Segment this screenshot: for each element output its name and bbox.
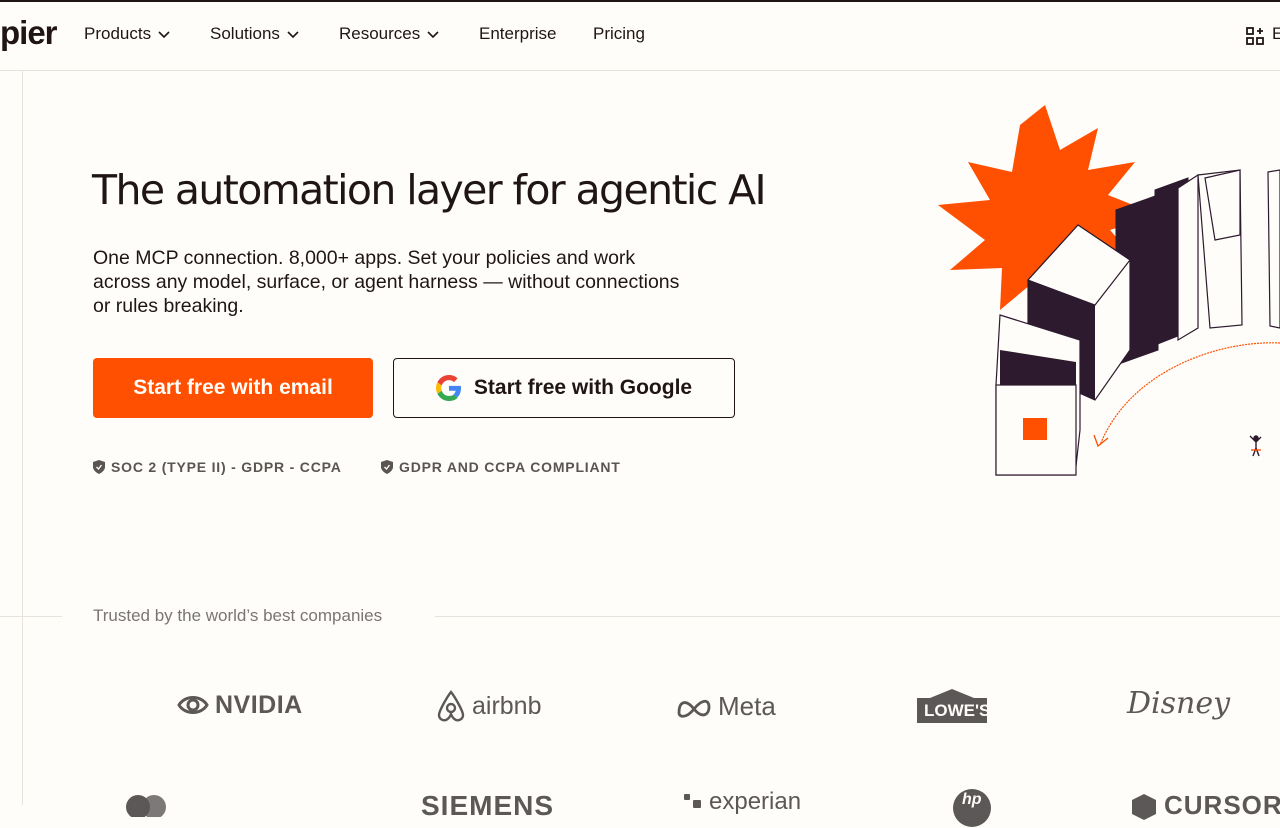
outline-panel (1177, 173, 1199, 342)
nav-right-label[interactable]: E (1272, 24, 1280, 44)
compliance-badge-soc2: SOC 2 (TYPE II) - GDPR - CCPA (93, 459, 342, 475)
nav-products-label: Products (84, 24, 152, 43)
tiny-figure (1249, 435, 1262, 457)
logo-disney: Disney (1127, 686, 1230, 721)
nav-enterprise[interactable]: Enterprise (479, 24, 556, 44)
logo-lowes: LOWE'S (917, 688, 991, 724)
nav-enterprise-label: Enterprise (479, 24, 557, 43)
cursor-cube-icon (1132, 793, 1156, 820)
logo-experian-text: experian (709, 788, 802, 815)
chevron-down-icon (427, 31, 439, 39)
nav-solutions[interactable]: Solutions (210, 24, 300, 44)
apps-grid-icon[interactable] (1246, 27, 1264, 45)
start-free-email-label: Start free with email (133, 376, 333, 399)
outline-panel (1267, 169, 1280, 329)
nav-solutions-label: Solutions (210, 24, 280, 43)
logo-cursor: CURSOR (1130, 790, 1280, 821)
hero-headline: The automation layer for agentic AI (92, 166, 767, 214)
logo-experian: experian (683, 788, 801, 816)
top-navigation: pier Products Solutions Resources Enterp… (0, 2, 1280, 71)
orange-square (1023, 418, 1047, 440)
arrow-head (1093, 434, 1109, 448)
nav-products[interactable]: Products (84, 24, 171, 44)
shield-icon (93, 460, 105, 474)
start-free-email-button[interactable]: Start free with email (93, 358, 373, 418)
compliance-badge-gdpr: GDPR AND CCPA COMPLIANT (381, 459, 621, 475)
logo-siemens: SIEMENS (421, 790, 554, 822)
hero-subtext: One MCP connection. 8,000+ apps. Set you… (93, 247, 680, 317)
brand-logo[interactable]: pier (0, 14, 58, 52)
nav-resources-label: Resources (339, 24, 421, 43)
meta-infinity-icon (677, 699, 711, 718)
logo-hp-text: hp (962, 791, 982, 808)
logo-meta-text: Meta (718, 691, 776, 721)
google-icon (435, 375, 461, 401)
badge-soc2-label: SOC 2 (TYPE II) - GDPR - CCPA (111, 459, 342, 475)
chevron-down-icon (287, 31, 299, 39)
logo-airbnb: airbnb (436, 689, 542, 723)
badge-gdpr-label: GDPR AND CCPA COMPLIANT (399, 459, 621, 475)
trusted-heading: Trusted by the world’s best companies (93, 606, 383, 625)
section-divider-right (435, 616, 1280, 617)
section-divider-left (0, 616, 62, 617)
experian-dots-icon (684, 794, 701, 808)
logo-cursor-text: CURSOR (1164, 790, 1280, 820)
airbnb-icon (437, 690, 465, 722)
logo-lowes-text: LOWE'S (924, 701, 991, 720)
logo-hp: hp (952, 788, 992, 828)
chevron-down-icon (158, 31, 170, 39)
nav-pricing[interactable]: Pricing (593, 24, 645, 44)
left-divider (22, 71, 23, 805)
logo-meta: Meta (676, 691, 776, 722)
logo-disney-text: Disney (1127, 686, 1231, 721)
shield-icon (381, 460, 393, 474)
logo-nvidia-text: NVIDIA (215, 690, 303, 719)
nav-resources[interactable]: Resources (339, 24, 440, 44)
nvidia-eye-icon (177, 696, 209, 714)
mastercard-icon (126, 795, 166, 817)
nav-pricing-label: Pricing (593, 24, 645, 43)
logo-siemens-text: SIEMENS (421, 790, 555, 821)
logo-mastercard (121, 793, 171, 817)
logo-airbnb-text: airbnb (472, 691, 542, 720)
logo-nvidia: NVIDIA (177, 690, 303, 720)
hero-illustration (938, 105, 1280, 476)
start-free-google-button[interactable]: Start free with Google (393, 358, 735, 418)
start-free-google-label: Start free with Google (473, 376, 693, 399)
